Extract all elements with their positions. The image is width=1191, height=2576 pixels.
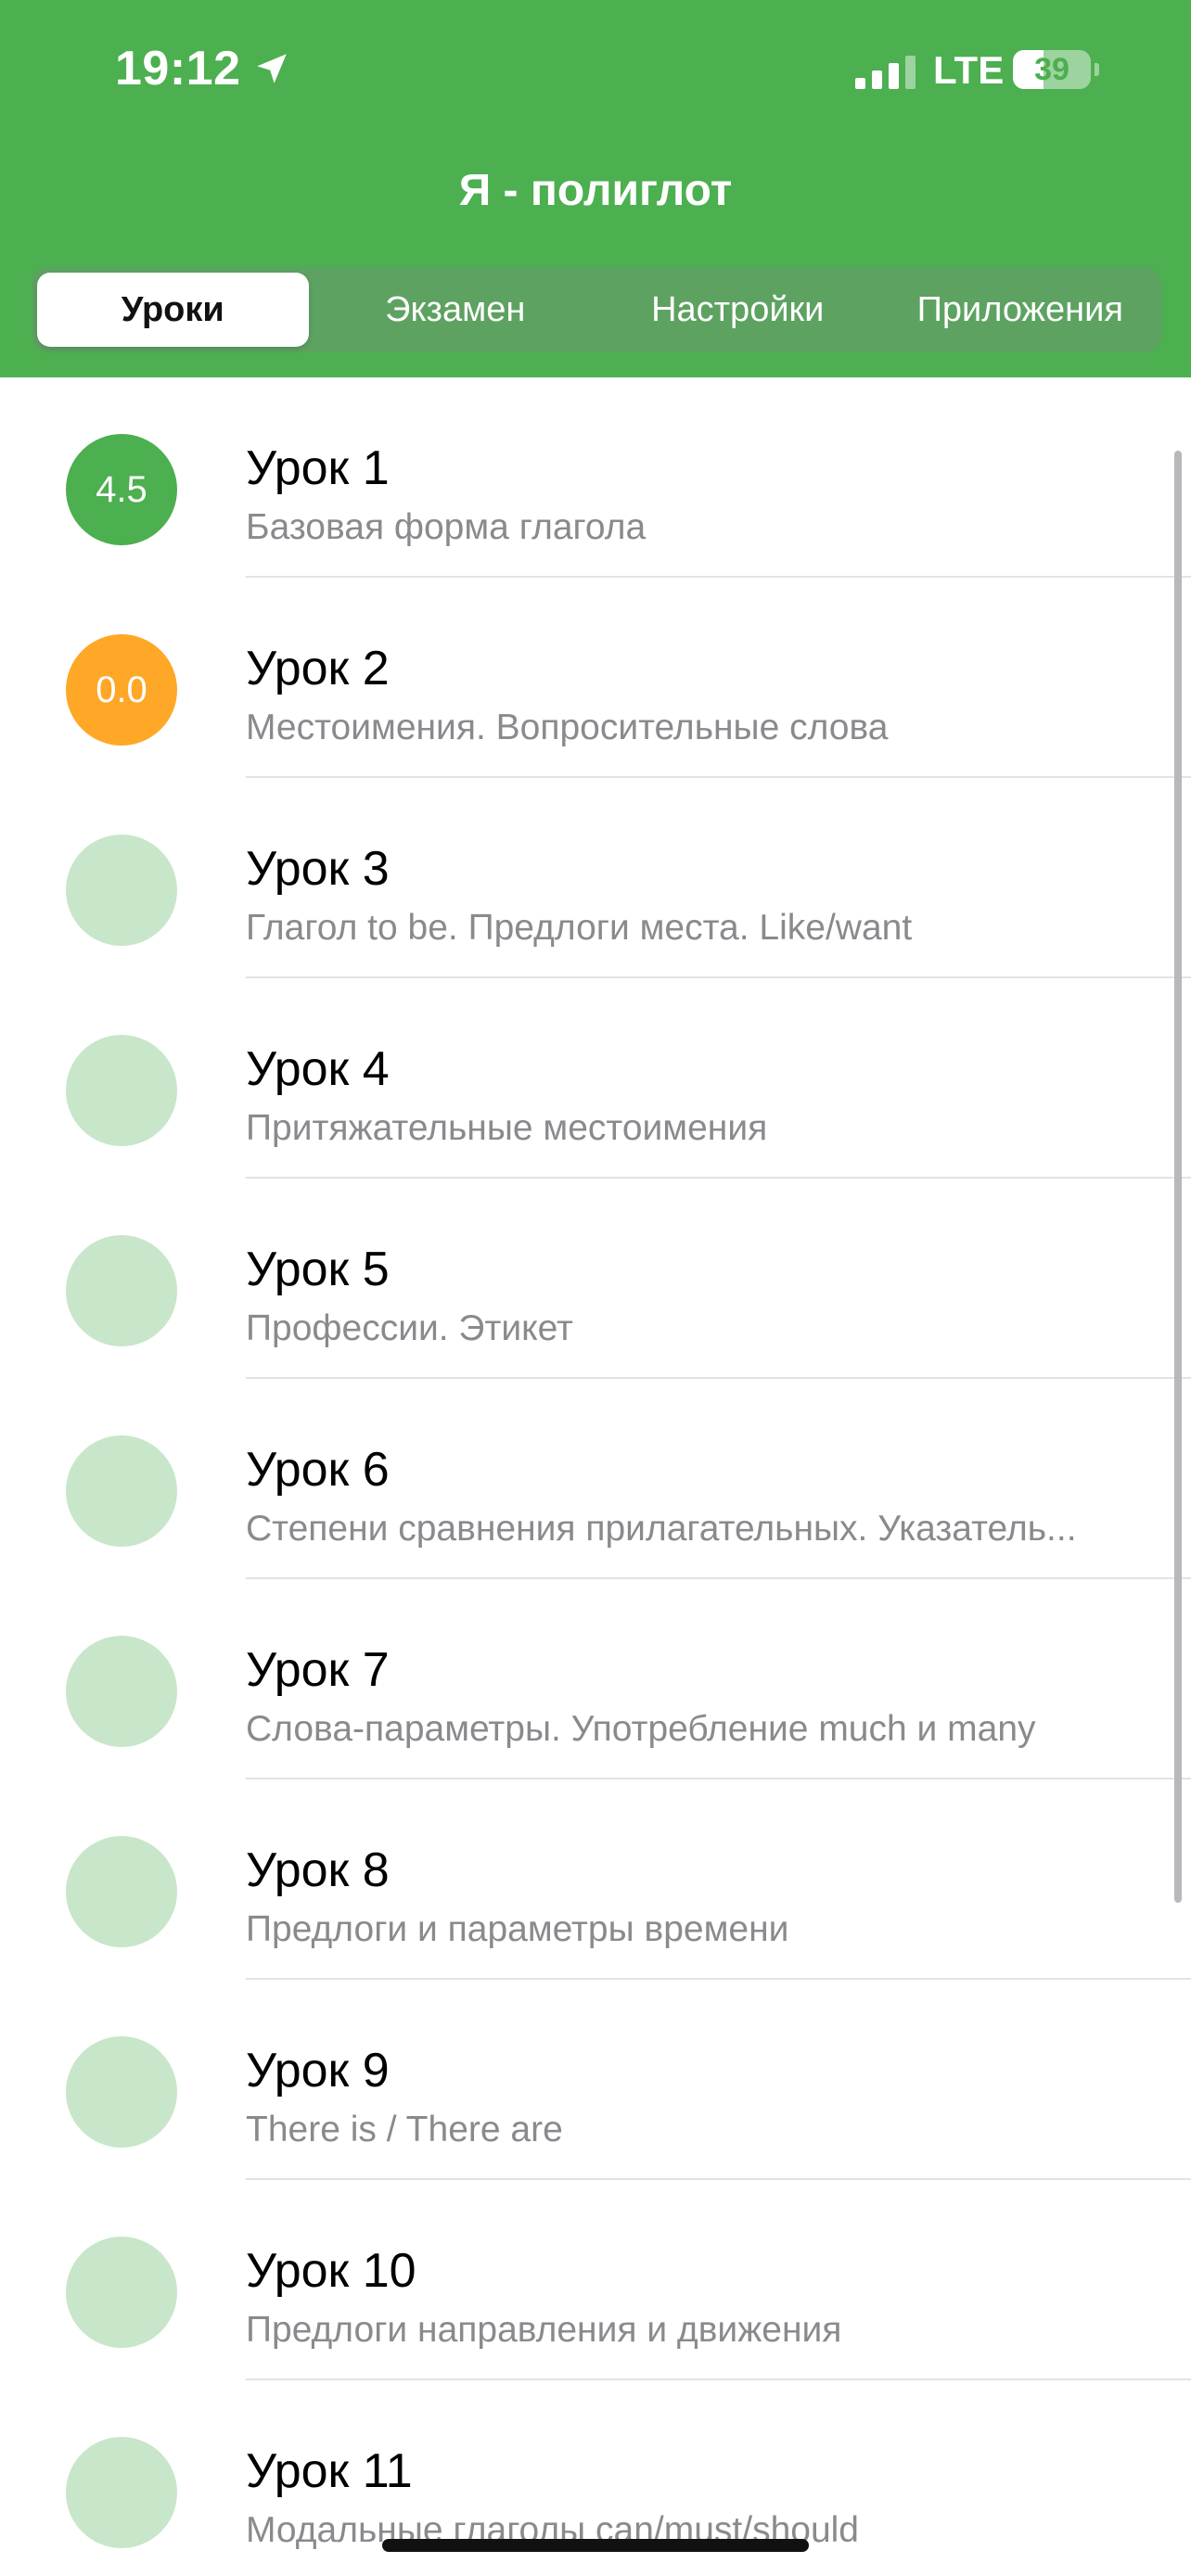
lesson-subtitle: Слова-параметры. Употребление much и man… xyxy=(246,1709,1036,1749)
status-time-label: 19:12 xyxy=(115,42,241,96)
lesson-subtitle: There is / There are xyxy=(246,2110,563,2149)
lesson-row[interactable]: Урок 5 Профессии. Этикет xyxy=(0,1179,1191,1379)
lesson-score-badge: 4.5 xyxy=(66,434,177,545)
battery-cap xyxy=(1095,63,1099,76)
lesson-title: Урок 3 xyxy=(246,842,390,896)
lesson-row[interactable]: Урок 4 Притяжательные местоимения xyxy=(0,978,1191,1179)
lesson-row[interactable]: Урок 7 Слова-параметры. Употребление muc… xyxy=(0,1579,1191,1779)
signal-bar xyxy=(872,70,882,89)
lesson-title: Урок 2 xyxy=(246,642,390,695)
home-indicator[interactable] xyxy=(382,2539,809,2552)
lesson-row[interactable]: Урок 9 There is / There are xyxy=(0,1980,1191,2180)
lesson-score-badge xyxy=(66,1035,177,1146)
lesson-title: Урок 5 xyxy=(246,1243,390,1296)
lesson-score-badge xyxy=(66,1836,177,1947)
lesson-subtitle: Базовая форма глагола xyxy=(246,507,647,547)
lesson-title: Урок 4 xyxy=(246,1042,390,1096)
battery-body: 39 xyxy=(1013,50,1091,89)
segmented-tabs: Уроки Экзамен Настройки Приложения xyxy=(32,267,1161,352)
lesson-score-badge xyxy=(66,2036,177,2148)
lesson-row[interactable]: 0.0 Урок 2 Местоимения. Вопросительные с… xyxy=(0,578,1191,778)
lesson-subtitle: Притяжательные местоимения xyxy=(246,1108,768,1148)
app-screen: 19:12 LTE 39 Я - полиглот Уроки Экзамен … xyxy=(0,0,1191,2576)
lesson-title: Урок 9 xyxy=(246,2044,390,2098)
lesson-row[interactable]: Урок 6 Степени сравнения прилагательных.… xyxy=(0,1379,1191,1579)
battery-level-label: 39 xyxy=(1034,52,1069,87)
header: 19:12 LTE 39 Я - полиглот Уроки Экзамен … xyxy=(0,0,1191,377)
lesson-subtitle: Предлоги и параметры времени xyxy=(246,1909,789,1949)
lesson-title: Урок 11 xyxy=(246,2444,413,2498)
location-arrow-icon xyxy=(256,54,287,83)
lesson-title: Урок 7 xyxy=(246,1643,390,1697)
lesson-score-badge xyxy=(66,2237,177,2348)
tab-exam[interactable]: Экзамен xyxy=(320,273,592,347)
lesson-list: 4.5 Урок 1 Базовая форма глагола 0.0 Уро… xyxy=(0,377,1191,2576)
battery-icon: 39 xyxy=(1013,50,1099,89)
tab-settings[interactable]: Настройки xyxy=(602,273,874,347)
lesson-row[interactable]: 4.5 Урок 1 Базовая форма глагола xyxy=(0,377,1191,578)
status-bar-time: 19:12 xyxy=(115,41,291,96)
lesson-score-badge xyxy=(66,1636,177,1747)
lesson-row[interactable]: Урок 8 Предлоги и параметры времени xyxy=(0,1779,1191,1980)
lesson-title: Урок 6 xyxy=(246,1443,390,1497)
lesson-score-badge: 0.0 xyxy=(66,634,177,746)
lesson-score-badge xyxy=(66,1235,177,1346)
lesson-row[interactable]: Урок 3 Глагол to be. Предлоги места. Lik… xyxy=(0,778,1191,978)
tab-apps[interactable]: Приложения xyxy=(885,273,1157,347)
lesson-score-badge xyxy=(66,2437,177,2548)
lesson-subtitle: Профессии. Этикет xyxy=(246,1308,573,1348)
lesson-subtitle: Местоимения. Вопросительные слова xyxy=(246,708,889,747)
lesson-subtitle: Степени сравнения прилагательных. Указат… xyxy=(246,1509,1077,1549)
lesson-row[interactable]: Урок 10 Предлоги направления и движения xyxy=(0,2180,1191,2380)
cellular-signal-icon xyxy=(855,56,916,89)
lesson-subtitle: Глагол to be. Предлоги места. Like/want xyxy=(246,908,913,948)
signal-bar xyxy=(855,78,865,89)
signal-bar xyxy=(889,63,899,89)
tab-lessons[interactable]: Уроки xyxy=(37,273,309,347)
scroll-indicator[interactable] xyxy=(1174,451,1182,1903)
lesson-score-badge xyxy=(66,835,177,946)
network-type-label: LTE xyxy=(933,48,1005,92)
page-title: Я - полиглот xyxy=(458,166,733,215)
signal-bar xyxy=(905,56,916,89)
lesson-subtitle: Предлоги направления и движения xyxy=(246,2310,842,2350)
lesson-title: Урок 8 xyxy=(246,1843,390,1897)
lesson-score-badge xyxy=(66,1435,177,1547)
lesson-title: Урок 10 xyxy=(246,2244,416,2298)
lesson-title: Урок 1 xyxy=(246,441,390,495)
